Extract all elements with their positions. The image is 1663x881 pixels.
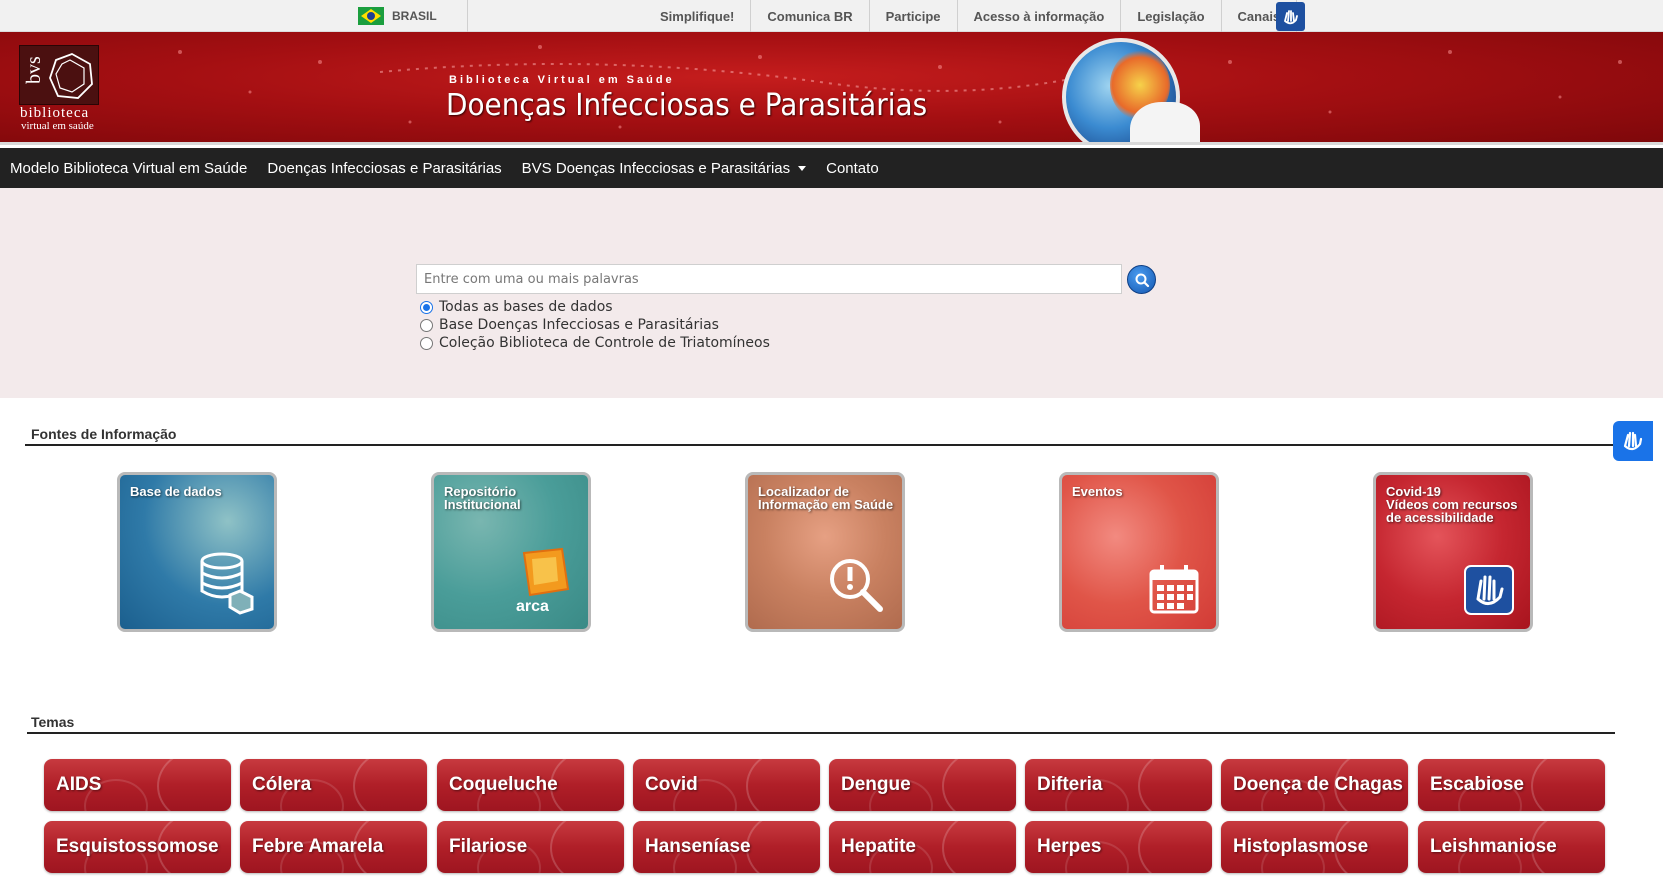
scope-option-all[interactable]: Todas as bases de dados (420, 298, 770, 316)
theme-hanseniase[interactable]: Hanseníase (633, 821, 820, 873)
tile-label: Repositório Institucional (444, 484, 521, 512)
themes-divider (27, 732, 1615, 734)
sources-heading: Fontes de Informação (31, 426, 177, 442)
scope-option-label: Todas as bases de dados (439, 299, 613, 315)
radio-button[interactable] (420, 318, 433, 332)
gov-links: Simplifique! Comunica BR Participe Acess… (644, 0, 1298, 32)
nav-item-contato[interactable]: Contato (816, 160, 879, 177)
theme-febre-amarela[interactable]: Febre Amarela (240, 821, 427, 873)
sources-divider (25, 444, 1615, 446)
gov-link-participe[interactable]: Participe (870, 0, 958, 32)
themes-heading: Temas (31, 714, 75, 730)
tile-eventos[interactable]: Eventos (1059, 472, 1219, 632)
search-section: Todas as bases de dados Base Doenças Inf… (0, 188, 1663, 398)
theme-histoplasmose[interactable]: Histoplasmose (1221, 821, 1408, 873)
scope-option-label: Coleção Biblioteca de Controle de Triato… (439, 335, 770, 351)
search-input[interactable] (416, 264, 1122, 294)
nav-item-modelo-bvs[interactable]: Modelo Biblioteca Virtual em Saúde (0, 160, 247, 177)
gov-link-legislacao[interactable]: Legislação (1121, 0, 1222, 32)
banner-subtitle: Biblioteca Virtual em Saúde (449, 74, 675, 86)
bvs-logo[interactable]: bvs (19, 45, 99, 105)
divider (467, 0, 468, 32)
tile-label: Base de dados (130, 484, 222, 499)
theme-covid[interactable]: Covid (633, 759, 820, 811)
magnifier-alert-icon (830, 559, 883, 612)
logo-subtext: virtual em saúde (21, 120, 94, 132)
tile-covid-videos[interactable]: Covid-19 Vídeos com recursos de acessibili… (1373, 472, 1533, 632)
arca-icon: arca (516, 547, 570, 615)
bvs-logo-icon: bvs (23, 53, 93, 99)
sign-language-icon (1623, 431, 1643, 451)
database-icon (200, 552, 254, 615)
brasil-label: BRASIL (392, 9, 437, 23)
theme-coqueluche[interactable]: Coqueluche (437, 759, 624, 811)
tile-base-de-dados[interactable]: Base de dados (117, 472, 277, 632)
sign-language-icon (1464, 565, 1514, 615)
scope-option-colecao[interactable]: Coleção Biblioteca de Controle de Triato… (420, 334, 770, 352)
theme-dengue[interactable]: Dengue (829, 759, 1016, 811)
search-icon (1135, 273, 1149, 287)
tile-label: Covid-19 Vídeos com recursos de acessibili… (1386, 484, 1518, 525)
banner-title: Doenças Infecciosas e Parasitárias (446, 88, 928, 123)
main-nav: Modelo Biblioteca Virtual em Saúde Doenç… (0, 148, 1663, 188)
tile-label: Eventos (1072, 484, 1123, 499)
banner-divider (0, 142, 1663, 145)
tile-label: Localizador de Informação em Saúde (758, 484, 894, 512)
accessibility-libras-button[interactable] (1613, 421, 1653, 461)
search-scope-options: Todas as bases de dados Base Doenças Inf… (420, 298, 770, 352)
gov-link-acesso-informacao[interactable]: Acesso à informação (958, 0, 1122, 32)
libras-button[interactable] (1276, 2, 1305, 31)
svg-text:bvs: bvs (23, 56, 45, 84)
theme-filariose[interactable]: Filariose (437, 821, 624, 873)
svg-text:arca: arca (516, 598, 549, 615)
scope-option-base[interactable]: Base Doenças Infecciosas e Parasitárias (420, 316, 770, 334)
nav-item-bvs-doencas[interactable]: BVS Doenças Infecciosas e Parasitárias (512, 159, 807, 177)
caret-down-icon (798, 166, 807, 172)
theme-colera[interactable]: Cólera (240, 759, 427, 811)
gov-link-comunica-br[interactable]: Comunica BR (751, 0, 870, 32)
scope-option-label: Base Doenças Infecciosas e Parasitárias (439, 317, 719, 333)
theme-herpes[interactable]: Herpes (1025, 821, 1212, 873)
calendar-icon (1149, 565, 1199, 614)
theme-doenca-de-chagas[interactable]: Doença de Chagas (1221, 759, 1408, 811)
theme-difteria[interactable]: Difteria (1025, 759, 1212, 811)
tile-repositorio-institucional[interactable]: Repositório Institucional arca (431, 472, 591, 632)
brasil-link[interactable]: BRASIL (358, 0, 437, 32)
gov-bar: BRASIL Simplifique! Comunica BR Particip… (0, 0, 1663, 32)
radio-button[interactable] (420, 300, 433, 314)
theme-esquistossomose[interactable]: Esquistossomose (44, 821, 231, 873)
theme-aids[interactable]: AIDS (44, 759, 231, 811)
theme-hepatite[interactable]: Hepatite (829, 821, 1016, 873)
glove-image (1130, 102, 1200, 145)
tile-localizador[interactable]: Localizador de Informação em Saúde (745, 472, 905, 632)
theme-escabiose[interactable]: Escabiose (1418, 759, 1605, 811)
nav-item-bvs-doencas-label: BVS Doenças Infecciosas e Parasitárias (521, 159, 791, 177)
brazil-flag-icon (358, 7, 384, 25)
sign-language-icon (1283, 9, 1298, 24)
theme-leishmaniose[interactable]: Leishmaniose (1418, 821, 1605, 873)
search-button[interactable] (1127, 265, 1156, 294)
nav-item-doencas[interactable]: Doenças Infecciosas e Parasitárias (257, 160, 501, 177)
site-banner: bvs biblioteca virtual em saúde Bibliote… (0, 32, 1663, 145)
radio-button[interactable] (420, 336, 433, 350)
gov-link-simplifique[interactable]: Simplifique! (644, 0, 752, 32)
